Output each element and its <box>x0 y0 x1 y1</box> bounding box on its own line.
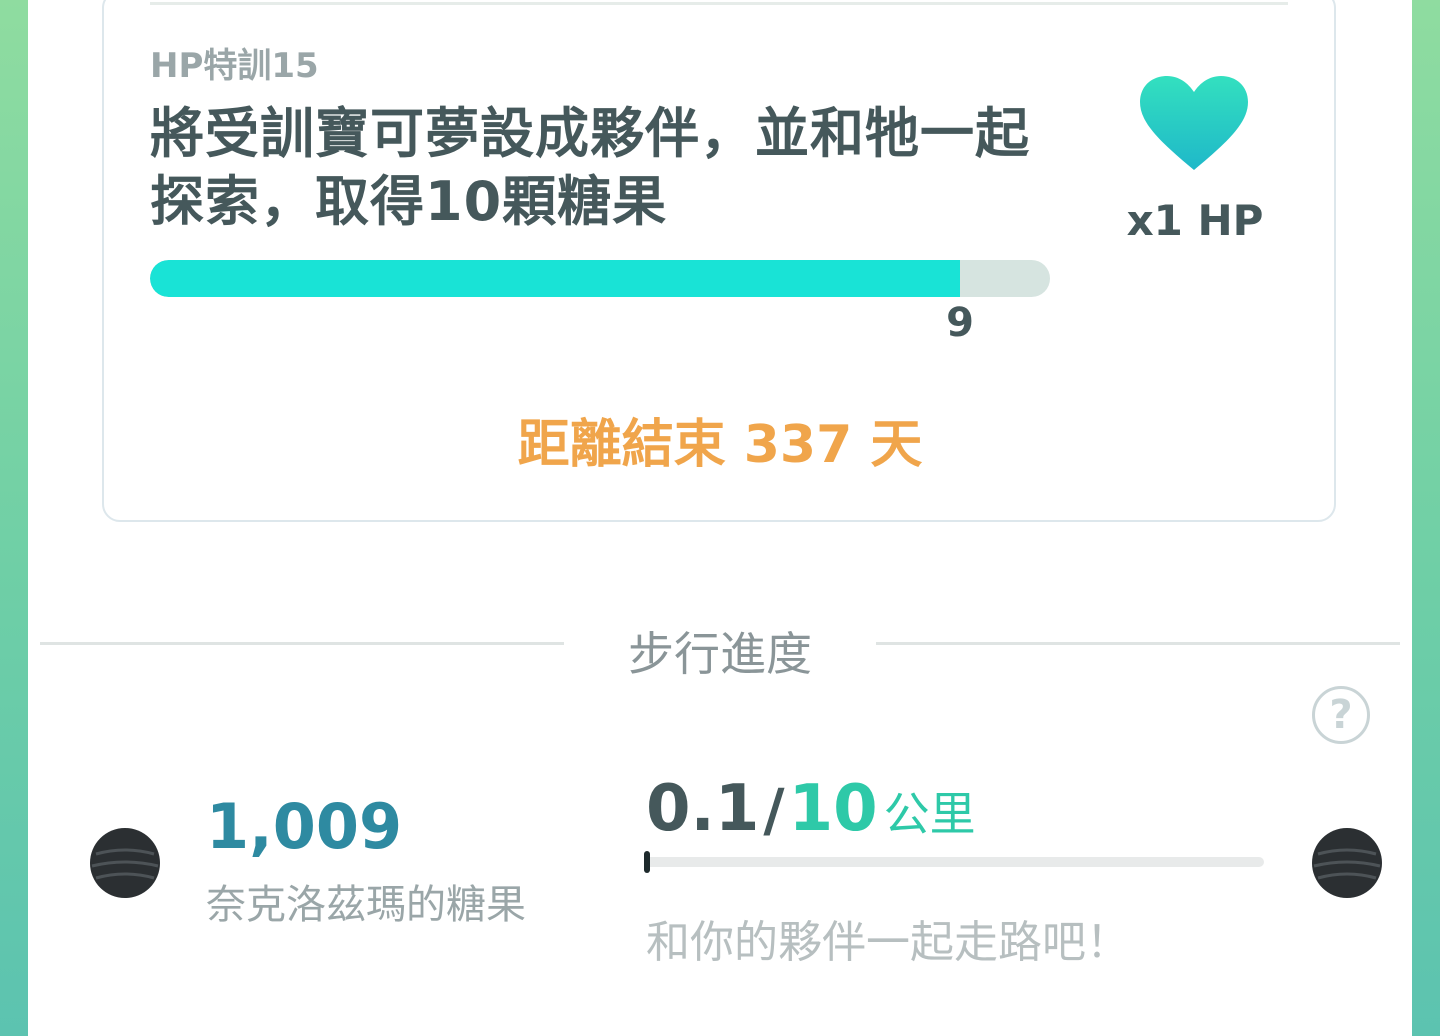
heart-icon <box>1140 76 1248 170</box>
research-sheet: HP特訓15 將受訓寶可夢設成夥伴，並和牠一起探索，取得10顆糖果 9 x1 H… <box>28 0 1412 1036</box>
walk-distance: 0.1/10 公里 <box>646 772 976 846</box>
km-unit: 公里 <box>883 787 976 841</box>
km-current: 0.1 <box>646 772 760 846</box>
candy-icon-left <box>90 828 160 898</box>
walk-progress-title: 步行進度 <box>628 627 812 681</box>
help-icon[interactable]: ? <box>1312 686 1370 744</box>
walk-hint: 和你的夥伴一起走路吧！ <box>646 917 1130 968</box>
candy-icon-right <box>1312 828 1382 898</box>
km-separator: / <box>763 776 785 844</box>
section-divider-right <box>876 642 1400 645</box>
task-progress-fill <box>150 260 960 297</box>
walk-progress-marker <box>644 851 650 873</box>
research-title: HP特訓15 <box>150 46 319 86</box>
km-target: 10 <box>788 772 878 846</box>
task-progress-bar <box>150 260 1050 297</box>
task-progress-value: 9 <box>946 300 974 346</box>
reward-label: x1 HP <box>1126 196 1264 245</box>
walk-progress-bar <box>644 857 1264 867</box>
candy-count: 1,009 <box>206 790 403 863</box>
candy-label: 奈克洛茲瑪的糖果 <box>206 882 526 928</box>
deadline-text: 距離結束 337 天 <box>517 415 923 475</box>
task-description: 將受訓寶可夢設成夥伴，並和牠一起探索，取得10顆糖果 <box>150 102 1030 233</box>
